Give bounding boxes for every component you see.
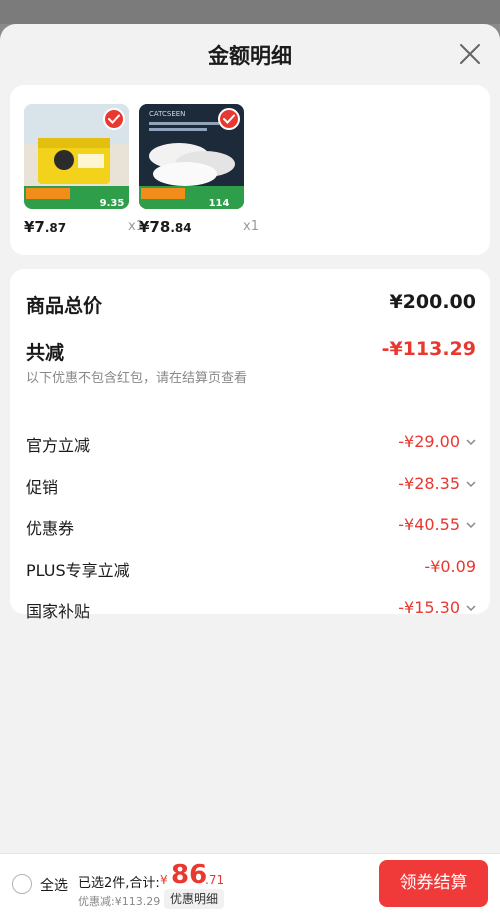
product-item[interactable]: CATCSEEN 114 ¥78.84 x1 xyxy=(139,104,264,238)
product-item[interactable]: 9.35 ¥7.87 x1 xyxy=(24,104,149,238)
select-all-label[interactable]: 全选 xyxy=(40,875,68,895)
product-image[interactable]: CATCSEEN 114 xyxy=(139,104,244,209)
discount-value: -¥29.00 xyxy=(398,432,460,451)
discount-value: -¥28.35 xyxy=(398,474,460,493)
discount-value: -¥15.30 xyxy=(398,598,460,617)
total-price-label: 商品总价 xyxy=(26,295,103,317)
chevron-down-icon[interactable] xyxy=(466,521,476,529)
product-price: ¥78.84 xyxy=(139,218,192,236)
total-price-value: ¥200.00 xyxy=(389,291,476,313)
sum-decimal: .71 xyxy=(205,873,225,887)
products-card: 9.35 ¥7.87 x1 CATCSEEN 114 ¥78.84 x1 xyxy=(10,85,490,255)
product-quantity: x1 xyxy=(243,219,259,234)
checkout-button[interactable]: 领券结算 xyxy=(379,860,488,907)
product-brand: CATCSEEN xyxy=(149,110,185,118)
discount-label: 国家补贴 xyxy=(26,602,91,621)
checkout-bar: 全选 已选2件,合计: ¥ 86 .71 优惠减:¥113.29 优惠明细 领券… xyxy=(0,853,500,913)
reduction-note: 以下优惠不包含红包，请在结算页查看 xyxy=(26,371,248,386)
sum-currency: ¥ xyxy=(160,873,168,887)
product-promo-price: 9.35 xyxy=(100,198,125,209)
discount-label: PLUS专享立减 xyxy=(26,561,130,580)
sheet-header: 金额明细 xyxy=(0,24,500,86)
close-icon[interactable] xyxy=(458,42,482,66)
select-all-radio[interactable] xyxy=(12,874,32,894)
product-price: ¥7.87 xyxy=(24,218,67,236)
dim-overlay[interactable] xyxy=(0,0,500,24)
discount-label: 促销 xyxy=(26,478,59,497)
selected-check-icon[interactable] xyxy=(103,108,125,130)
discount-value: -¥40.55 xyxy=(398,515,460,534)
discount-summary: 优惠减:¥113.29 xyxy=(78,895,161,908)
selected-check-icon[interactable] xyxy=(218,108,240,130)
sheet-title: 金额明细 xyxy=(208,44,292,68)
chevron-down-icon[interactable] xyxy=(466,604,476,612)
total-reduction-label: 共减 xyxy=(26,342,65,364)
product-promo-price: 114 xyxy=(209,198,230,209)
amount-detail-sheet: 金额明细 9.35 ¥7.87 x1 CATCSEEN 114 ¥78.84 x… xyxy=(0,24,500,913)
sum-integer: 86 xyxy=(171,860,208,890)
price-breakdown-card: 商品总价 ¥200.00 共减 -¥113.29 以下优惠不包含红包，请在结算页… xyxy=(10,269,490,621)
discount-value: -¥0.09 xyxy=(424,557,476,576)
product-image[interactable]: 9.35 xyxy=(24,104,129,209)
total-reduction-value: -¥113.29 xyxy=(381,338,476,360)
chevron-down-icon[interactable] xyxy=(466,480,476,488)
discount-label: 优惠券 xyxy=(26,519,75,538)
discount-detail-button[interactable]: 优惠明细 xyxy=(164,889,225,909)
summary-label: 已选2件,合计: xyxy=(78,876,160,891)
chevron-down-icon[interactable] xyxy=(466,438,476,446)
discount-label: 官方立减 xyxy=(26,436,91,455)
